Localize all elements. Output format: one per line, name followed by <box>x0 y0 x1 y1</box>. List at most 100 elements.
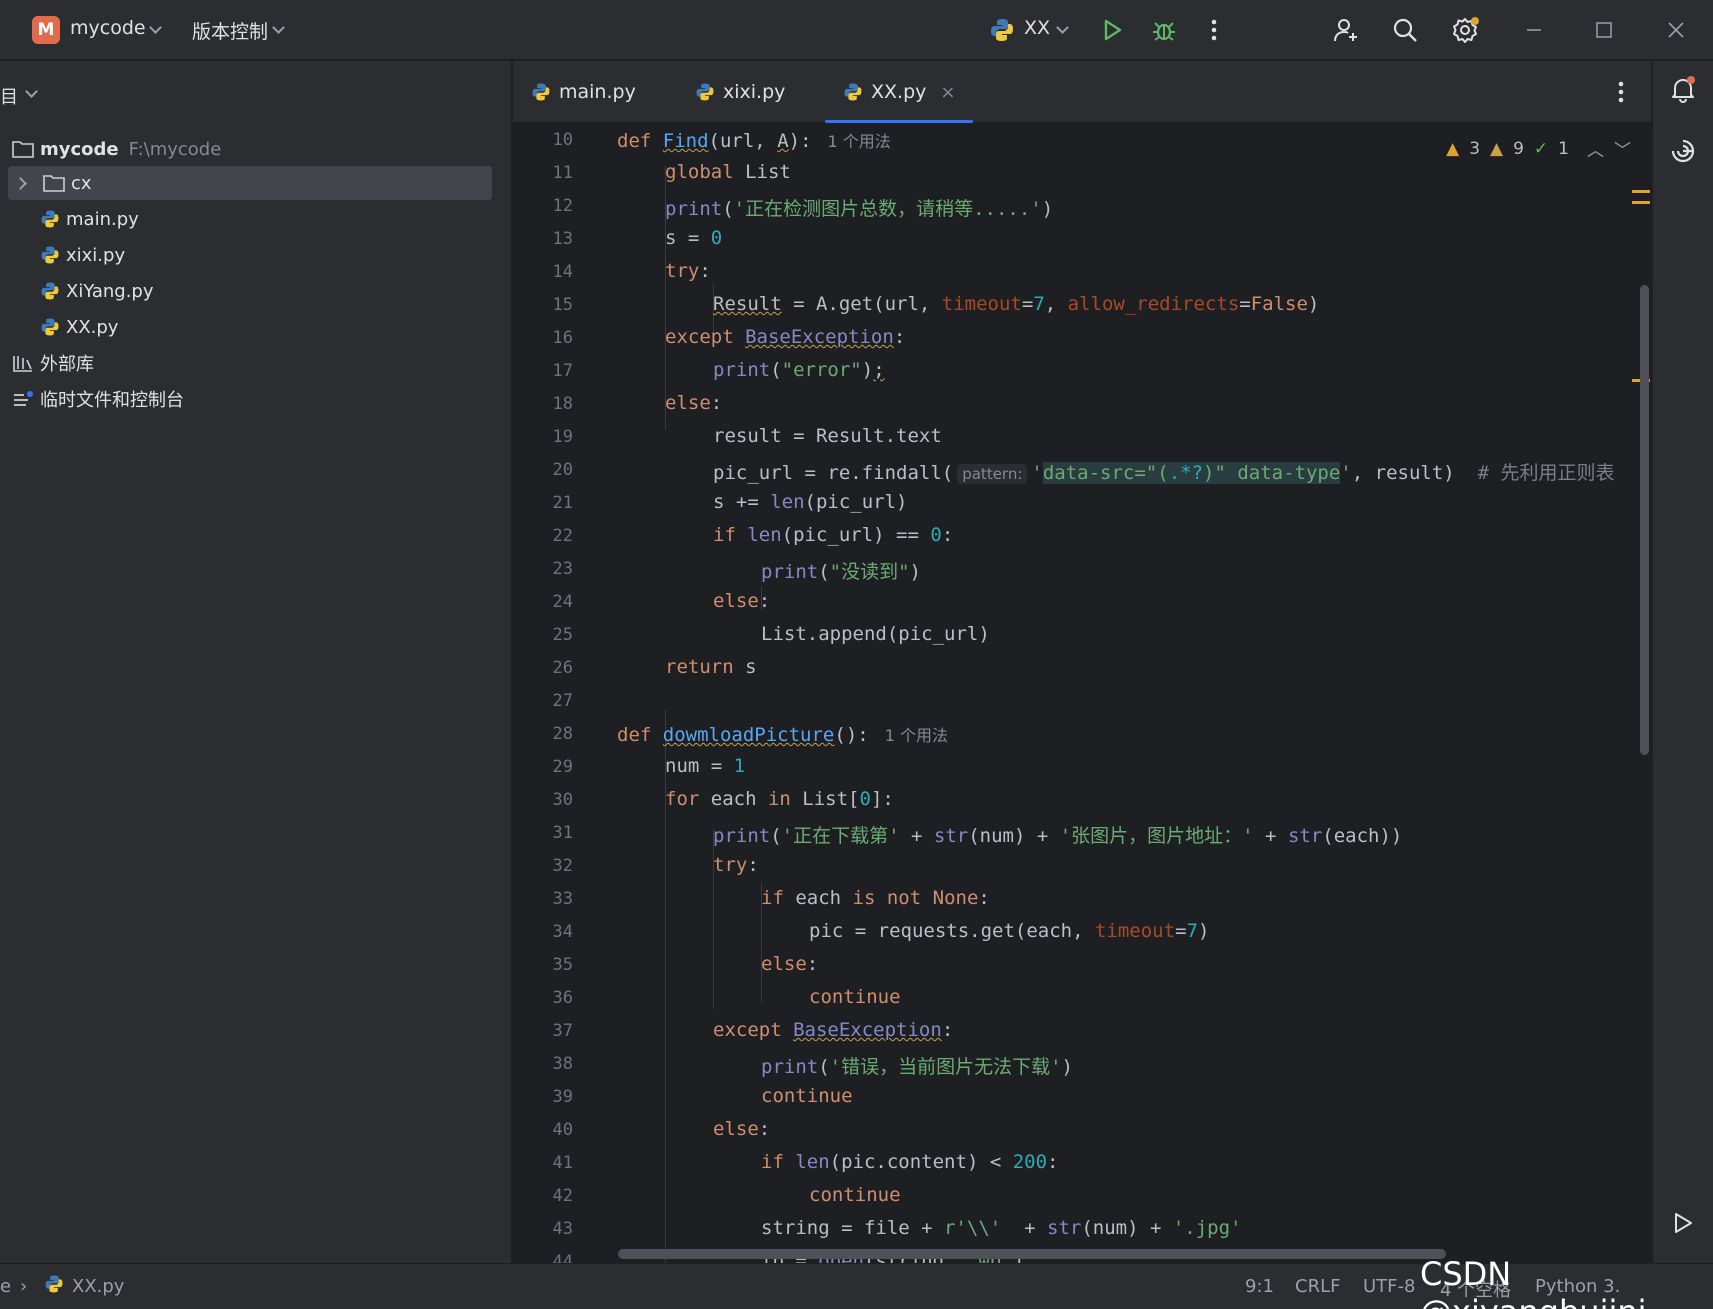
tree-item-xixi-py[interactable]: xixi.py <box>8 238 492 272</box>
line-number[interactable]: 36 <box>513 988 573 1008</box>
chevron-down-icon[interactable] <box>25 85 38 98</box>
add-user-icon[interactable] <box>1330 14 1362 46</box>
code-line: if each is not None: <box>761 887 990 909</box>
vertical-scrollbar[interactable] <box>1640 285 1649 755</box>
line-number[interactable]: 14 <box>513 262 573 282</box>
code-editor[interactable]: 10 11 12 13 14 15 16 17 18 19 20 21 22 23 24 25 26 27 28 29… <box>513 124 1651 1263</box>
code-line: result = Result.text <box>713 425 942 447</box>
run-panel-icon[interactable] <box>1671 1211 1695 1239</box>
more-vertical-icon[interactable] <box>1198 14 1230 46</box>
line-number[interactable]: 19 <box>513 427 573 447</box>
line-number[interactable]: 23 <box>513 559 573 579</box>
check-icon: ✓ <box>1533 138 1549 159</box>
line-number[interactable]: 42 <box>513 1186 573 1206</box>
line-separator[interactable]: CRLF <box>1295 1276 1340 1297</box>
line-number[interactable]: 24 <box>513 592 573 612</box>
code-line: Result = A.get(url, timeout=7, allow_red… <box>713 293 1320 315</box>
line-number[interactable]: 38 <box>513 1054 573 1074</box>
line-number[interactable]: 44 <box>513 1252 573 1263</box>
tree-item-xx-py[interactable]: XX.py <box>8 310 492 344</box>
sidebar-title[interactable]: 目 <box>0 83 18 109</box>
vcs-menu[interactable]: 版本控制 <box>192 17 268 44</box>
horizontal-scrollbar[interactable] <box>618 1249 1446 1259</box>
tree-item-external-libs[interactable]: 外部库 <box>8 346 492 380</box>
line-number[interactable]: 20 <box>513 460 573 480</box>
line-number[interactable]: 29 <box>513 757 573 777</box>
line-number[interactable]: 37 <box>513 1021 573 1041</box>
project-badge[interactable]: M <box>32 16 60 44</box>
chevron-down-icon[interactable] <box>272 21 285 34</box>
code-line: print('正在检测图片总数，请稍等.....') <box>665 198 1054 220</box>
line-number[interactable]: 17 <box>513 361 573 381</box>
line-number[interactable]: 43 <box>513 1219 573 1239</box>
project-name[interactable]: mycode <box>70 17 146 39</box>
breadcrumb-file[interactable]: XX.py <box>72 1276 124 1297</box>
line-number[interactable]: 28 <box>513 724 573 744</box>
python-file-icon <box>41 246 59 264</box>
code-line: continue <box>761 1085 853 1107</box>
close-window-icon[interactable] <box>1660 14 1692 46</box>
line-number[interactable]: 12 <box>513 196 573 216</box>
breadcrumb-fragment[interactable]: e <box>0 1276 11 1297</box>
ai-assistant-icon[interactable] <box>1669 137 1697 169</box>
line-number[interactable]: 10 <box>513 130 573 150</box>
line-number[interactable]: 18 <box>513 394 573 414</box>
line-number[interactable]: 21 <box>513 493 573 513</box>
prev-problem-icon[interactable]: ︿ <box>1587 136 1604 161</box>
line-number[interactable]: 34 <box>513 922 573 942</box>
settings-gear-icon[interactable] <box>1449 14 1481 46</box>
code-line: else: <box>713 590 771 612</box>
tree-item-main-py[interactable]: main.py <box>8 202 492 236</box>
notifications-icon[interactable] <box>1669 75 1697 107</box>
line-number[interactable]: 39 <box>513 1087 573 1107</box>
run-icon[interactable] <box>1096 14 1128 46</box>
code-line: except BaseException: <box>713 1019 954 1041</box>
run-config[interactable]: XX <box>1024 17 1050 39</box>
line-number[interactable]: 27 <box>513 691 573 711</box>
line-number[interactable]: 11 <box>513 163 573 183</box>
line-number[interactable]: 30 <box>513 790 573 810</box>
library-icon <box>13 356 32 372</box>
tree-item-scratches[interactable]: 临时文件和控制台 <box>8 382 492 416</box>
line-number[interactable]: 40 <box>513 1120 573 1140</box>
line-number[interactable]: 33 <box>513 889 573 909</box>
tree-root-mycode[interactable]: mycode F:\mycode <box>8 132 492 166</box>
line-number[interactable]: 26 <box>513 658 573 678</box>
usage-hint[interactable]: 1 个用法 <box>885 726 948 745</box>
line-number[interactable]: 15 <box>513 295 573 315</box>
line-number[interactable]: 13 <box>513 229 573 249</box>
python-icon <box>986 14 1018 46</box>
tree-item-xiyang-py[interactable]: XiYang.py <box>8 274 492 308</box>
line-number[interactable]: 32 <box>513 856 573 876</box>
code-line: continue <box>809 1184 901 1206</box>
line-number[interactable]: 41 <box>513 1153 573 1173</box>
line-number[interactable]: 16 <box>513 328 573 348</box>
tab-main-py[interactable]: main.py <box>531 61 636 123</box>
tree-item-label: 外部库 <box>40 354 94 375</box>
tree-item-cx[interactable]: cx <box>8 166 492 200</box>
chevron-down-icon[interactable] <box>149 21 162 34</box>
usage-hint[interactable]: 1 个用法 <box>828 132 891 151</box>
chevron-down-icon[interactable] <box>1056 21 1069 34</box>
error-stripe-mark[interactable] <box>1632 190 1650 193</box>
line-number[interactable]: 35 <box>513 955 573 975</box>
caret-position[interactable]: 9:1 <box>1245 1276 1274 1297</box>
tab-xx-py[interactable]: XX.py × <box>825 61 974 123</box>
next-problem-icon[interactable]: ﹀ <box>1614 136 1631 161</box>
search-icon[interactable] <box>1389 14 1421 46</box>
file-encoding[interactable]: UTF-8 <box>1363 1276 1415 1297</box>
tab-xixi-py[interactable]: xixi.py <box>695 61 785 123</box>
line-number[interactable]: 22 <box>513 526 573 546</box>
inspection-widget[interactable]: ▲ 3 ▲ 9 ✓ 1 ︿ ﹀ <box>1446 136 1631 162</box>
error-stripe-mark[interactable] <box>1632 201 1650 204</box>
line-number[interactable]: 31 <box>513 823 573 843</box>
tabs-more-icon[interactable] <box>1618 81 1624 107</box>
title-bar: M mycode 版本控制 XX <box>0 0 1713 60</box>
debug-icon[interactable] <box>1148 14 1180 46</box>
code-line: pic_url = re.findall(pattern:'data-src="… <box>713 462 1615 484</box>
line-number[interactable]: 25 <box>513 625 573 645</box>
tab-close-icon[interactable]: × <box>940 82 955 103</box>
maximize-icon[interactable] <box>1588 14 1620 46</box>
minimize-icon[interactable] <box>1518 14 1550 46</box>
chevron-right-icon[interactable] <box>14 176 27 190</box>
